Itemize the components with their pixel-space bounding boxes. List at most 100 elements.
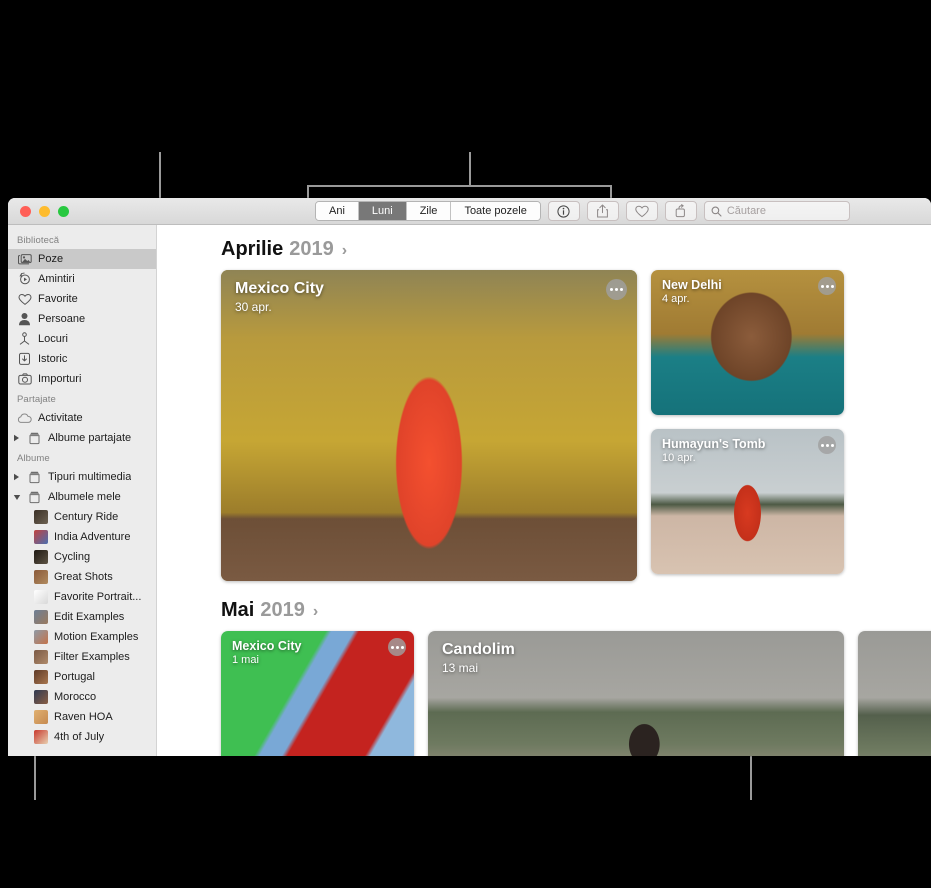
sidebar-item-favorite[interactable]: Favorite [8, 289, 156, 309]
sidebar-album-label: Great Shots [54, 571, 113, 583]
search-field[interactable]: Căutare [703, 201, 850, 221]
photo-card-new-delhi[interactable]: New Delhi 4 apr. [651, 270, 844, 415]
sidebar-item-tipuri-multimedia[interactable]: Tipuri multimedia [8, 467, 156, 487]
sidebar-section-albume-header: Albume [17, 453, 50, 464]
sidebar-album-item[interactable]: Favorite Portrait... [8, 587, 156, 607]
sidebar-album-label: Motion Examples [54, 631, 139, 643]
photo-card-date: 4 apr. [662, 293, 690, 305]
segment-luni[interactable]: Luni [358, 202, 407, 220]
grid-column-center: Candolim 13 mai [428, 631, 844, 756]
photo-card-title: Mexico City [235, 280, 324, 297]
photo-card-mexico-city-april[interactable]: Mexico City 30 apr. [221, 270, 637, 581]
album-icon [27, 431, 42, 446]
minimize-button[interactable] [39, 205, 50, 217]
photo-card-labels: New Delhi 4 apr. [662, 278, 722, 305]
photo-card-date: 1 mai [232, 654, 259, 666]
album-thumbnail [34, 690, 48, 704]
share-button[interactable] [586, 201, 619, 221]
screenshot-root: Ani Luni Zile Toate pozele Căutare Bibli… [0, 0, 931, 888]
sidebar-album-item[interactable]: India Adventure [8, 527, 156, 547]
photo-card-mexico-city-may[interactable]: Mexico City 1 mai [221, 631, 414, 756]
disclosure-triangle-expanded-icon[interactable] [12, 494, 21, 501]
photo-card-labels: Mexico City 1 mai [232, 639, 301, 666]
month-header-mai[interactable]: Mai 2019 › [157, 581, 931, 631]
info-button[interactable] [547, 201, 580, 221]
memories-icon [17, 272, 32, 287]
month-header-aprilie[interactable]: Aprilie 2019 › [157, 225, 931, 270]
photo-card-labels: Humayun's Tomb 10 apr. [662, 437, 765, 464]
photo-card-labels: Mexico City 30 apr. [235, 280, 324, 314]
album-icon [27, 490, 42, 505]
sidebar-item-istoric[interactable]: Istoric [8, 349, 156, 369]
album-icon [27, 470, 42, 485]
disclosure-triangle-collapsed-icon[interactable] [12, 473, 21, 481]
sidebar-album-label: Cycling [54, 551, 91, 563]
sidebar-item-amintiri[interactable]: Amintiri [8, 269, 156, 289]
more-options-button[interactable] [818, 277, 836, 295]
month-year: 2019 [260, 599, 305, 621]
sidebar-album-label: India Adventure [54, 531, 131, 543]
sidebar-album-item[interactable]: 4th of July [8, 727, 156, 747]
sidebar-album-item[interactable]: Morocco [8, 687, 156, 707]
segment-zile[interactable]: Zile [406, 202, 452, 220]
sidebar-album-item[interactable]: Portugal [8, 667, 156, 687]
sidebar-item-persoane[interactable]: Persoane [8, 309, 156, 329]
sidebar-album-item[interactable]: Cycling [8, 547, 156, 567]
more-options-button[interactable] [818, 436, 836, 454]
chevron-right-icon[interactable]: › [342, 242, 347, 260]
photo-card-date: 13 mai [442, 661, 479, 675]
photo-thumbnail [221, 270, 637, 581]
view-switcher-segmented-control[interactable]: Ani Luni Zile Toate pozele [315, 201, 541, 221]
month-grid-aprilie: Mexico City 30 apr. New Delhi 4 apr. Hum… [157, 270, 931, 581]
grid-column-left: Mexico City 30 apr. [221, 270, 637, 581]
sidebar-album-item[interactable]: Edit Examples [8, 607, 156, 627]
photos-icon [17, 252, 32, 267]
segment-toate-pozele[interactable]: Toate pozele [451, 202, 540, 220]
zoom-button[interactable] [58, 205, 69, 217]
cloud-icon [17, 411, 32, 426]
album-thumbnail [34, 710, 48, 724]
disclosure-triangle-collapsed-icon[interactable] [12, 434, 21, 442]
sidebar-album-item[interactable]: Motion Examples [8, 627, 156, 647]
sidebar-album-item[interactable]: Great Shots [8, 567, 156, 587]
close-button[interactable] [20, 205, 31, 217]
more-options-button[interactable] [606, 279, 627, 300]
sidebar-item-albumele-mele[interactable]: Albumele mele [8, 487, 156, 507]
album-thumbnail [34, 610, 48, 624]
sidebar-item-label: Activitate [38, 412, 83, 424]
chevron-right-icon[interactable]: › [313, 603, 318, 621]
sidebar-item-albume-partajate[interactable]: Albume partajate [8, 428, 156, 448]
album-thumbnail [34, 530, 48, 544]
sidebar[interactable]: Bibliotecă Poze Amintiri Favorite Persoa… [8, 225, 157, 756]
sidebar-item-locuri[interactable]: Locuri [8, 329, 156, 349]
grid-column-right [858, 631, 931, 756]
sidebar-album-item[interactable]: Raven HOA [8, 707, 156, 727]
sidebar-item-activitate[interactable]: Activitate [8, 408, 156, 428]
favorite-button[interactable] [625, 201, 658, 221]
sidebar-item-label: Tipuri multimedia [48, 471, 132, 483]
rotate-button[interactable] [664, 201, 697, 221]
sidebar-item-label: Locuri [38, 333, 68, 345]
photo-card-title: Humayun's Tomb [662, 437, 766, 451]
heart-icon [17, 292, 32, 307]
sidebar-album-label: 4th of July [54, 731, 105, 743]
sidebar-album-label: Edit Examples [54, 611, 125, 623]
photo-card-title: Mexico City [232, 639, 302, 653]
sidebar-item-label: Albume partajate [48, 432, 132, 444]
segment-ani[interactable]: Ani [316, 202, 359, 220]
more-options-button[interactable] [388, 638, 406, 656]
sidebar-section-partajate-header: Partajate [17, 394, 56, 405]
sidebar-item-label: Persoane [38, 313, 86, 325]
photo-card-humayuns-tomb[interactable]: Humayun's Tomb 10 apr. [651, 429, 844, 574]
photo-card-candolim[interactable]: Candolim 13 mai [428, 631, 844, 756]
sidebar-item-poze[interactable]: Poze [8, 249, 156, 269]
photo-card-date: 30 apr. [235, 300, 272, 314]
sidebar-album-item[interactable]: Century Ride [8, 507, 156, 527]
photo-card-partial[interactable] [858, 631, 931, 756]
person-icon [17, 312, 32, 327]
window-titlebar: Ani Luni Zile Toate pozele Căutare [8, 198, 931, 225]
sidebar-item-label: Poze [38, 253, 64, 265]
sidebar-album-item[interactable]: Filter Examples [8, 647, 156, 667]
sidebar-album-label: Morocco [54, 691, 97, 703]
sidebar-item-importuri[interactable]: Importuri [8, 369, 156, 389]
